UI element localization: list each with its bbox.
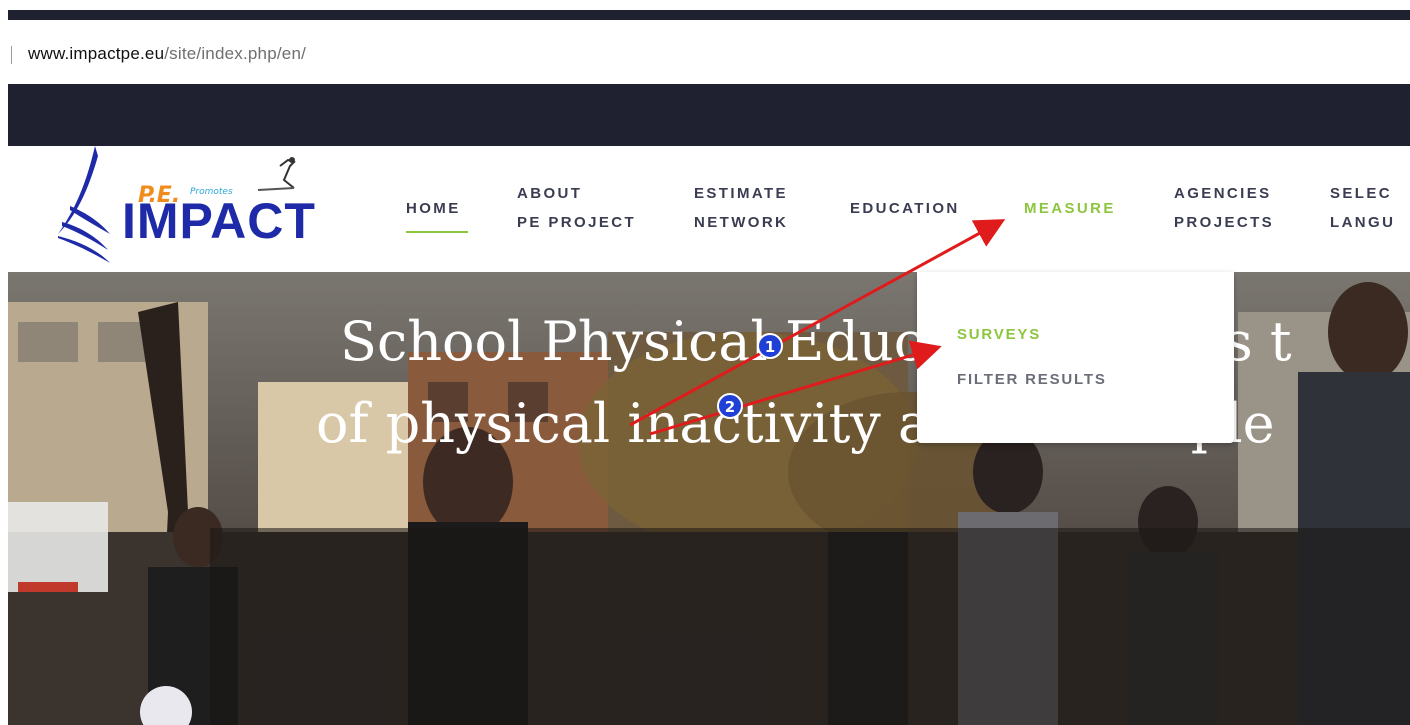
site-top-bar	[8, 84, 1410, 146]
url-path: /site/index.php/en/	[164, 44, 307, 63]
hero-text-overlay	[210, 528, 1410, 725]
screen-top-strip	[0, 0, 1410, 10]
logo-brand: IMPACT	[122, 193, 316, 249]
measure-dropdown-menu: SURVEYS FILTER RESULTS	[917, 272, 1234, 443]
nav-select-line1: SELEC	[1330, 185, 1393, 202]
nav-about[interactable]: ABOUT PE PROJECT	[517, 179, 636, 237]
menu-item-filter-results[interactable]: FILTER RESULTS	[957, 371, 1107, 388]
nav-estimate-line1: ESTIMATE	[694, 185, 788, 202]
address-bar[interactable]: www.impactpe.eu/site/index.php/en/	[8, 20, 1410, 85]
nav-education[interactable]: EDUCATION	[850, 194, 960, 223]
nav-agencies-line1: AGENCIES	[1174, 185, 1272, 202]
impact-logo[interactable]: P.E. Promotes IMPACT	[58, 146, 328, 270]
nav-home[interactable]: HOME	[406, 194, 461, 223]
nav-agencies-line2: PROJECTS	[1174, 214, 1275, 231]
menu-item-surveys[interactable]: SURVEYS	[957, 326, 1041, 343]
logo-swoosh-2	[58, 236, 110, 263]
nav-select-line2: LANGU	[1330, 214, 1396, 231]
nav-measure[interactable]: MEASURE	[1024, 194, 1116, 223]
nav-estimate-network[interactable]: ESTIMATE NETWORK	[694, 179, 788, 237]
browser-frame-top	[8, 10, 1410, 20]
url-domain: www.impactpe.eu	[28, 44, 165, 63]
nav-about-line2: PE PROJECT	[517, 214, 637, 231]
nav-home-underline	[406, 231, 468, 233]
nav-estimate-line2: NETWORK	[694, 214, 789, 231]
main-navigation: P.E. Promotes IMPACT HOME ABOUT PE PROJE…	[8, 146, 1410, 272]
nav-about-line1: ABOUT	[517, 185, 583, 202]
logo-runner	[279, 158, 296, 189]
url-left-edge	[11, 46, 12, 64]
url-text[interactable]: www.impactpe.eu/site/index.php/en/	[28, 44, 306, 64]
nav-select-language[interactable]: SELEC LANGU	[1330, 179, 1395, 237]
nav-agencies-projects[interactable]: AGENCIES PROJECTS	[1174, 179, 1274, 237]
